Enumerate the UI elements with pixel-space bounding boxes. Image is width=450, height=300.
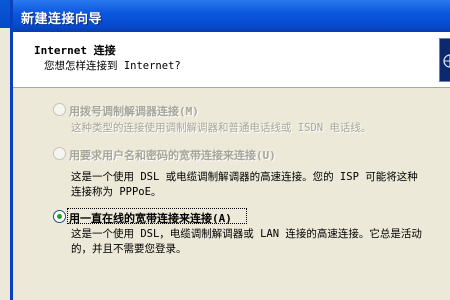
wizard-logo-icon (439, 38, 450, 82)
option-always-on-desc-line-1: 这是一个使用 DSL，电缆调制解调器或 LAN 连接的高速连接。它总是活动 (71, 228, 422, 240)
option-pppoe-desc-line-1: 这是一个使用 DSL 或电缆调制解调器的高速连接。您的 ISP 可能将这种 (71, 171, 418, 183)
option-always-on-label[interactable]: 用一直在线的宽带连接来连接(A) (69, 210, 232, 226)
header-title: Internet 连接 (34, 44, 116, 57)
header-subtitle: 您想怎样连接到 Internet? (44, 60, 181, 72)
option-pppoe-label[interactable]: 用要求用户名和密码的宽带连接来连接(U) (69, 147, 276, 163)
screen: 新建连接向导 Internet 连接 您想怎样连接到 Internet? 用拨号… (0, 0, 450, 300)
radio-pppoe[interactable] (53, 147, 66, 160)
option-dialup-desc-line-1: 这种类型的连接使用调制解调器和普通电话线或 ISDN 电话线。 (71, 122, 372, 134)
option-dialup-label: 用拨号调制解调器连接(M) (69, 105, 199, 118)
option-pppoe-desc-line-2: 连接称为 PPPoE。 (71, 186, 162, 198)
wizard-header: Internet 连接 您想怎样连接到 Internet? (13, 32, 450, 88)
radio-dialup (53, 103, 66, 116)
radio-always-on[interactable] (53, 210, 66, 223)
window-title: 新建连接向导 (21, 12, 103, 27)
title-bar[interactable]: 新建连接向导 (13, 0, 450, 32)
new-connection-wizard-window: 新建连接向导 Internet 连接 您想怎样连接到 Internet? 用拨号… (10, 0, 450, 300)
option-always-on-desc-line-2: 的，并且不需要您登录。 (71, 243, 187, 255)
